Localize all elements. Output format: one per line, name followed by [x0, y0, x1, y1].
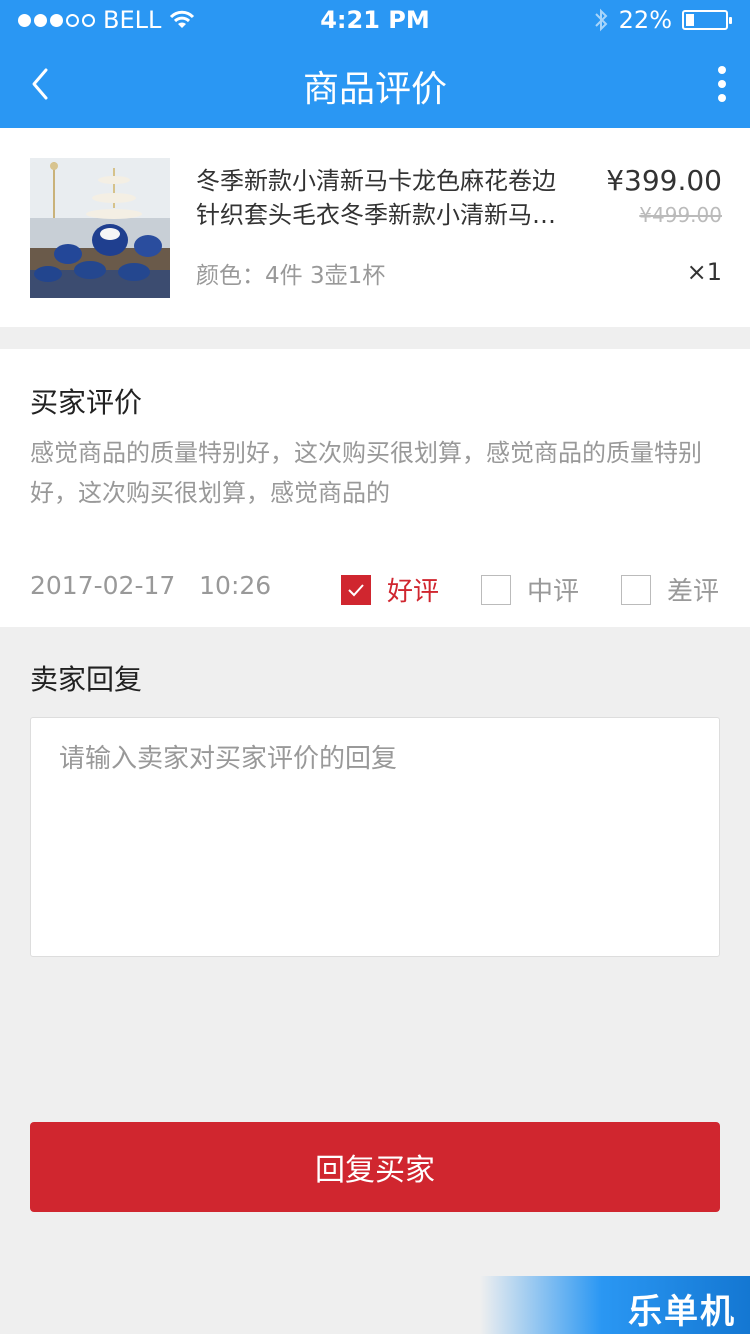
more-menu-button[interactable]	[710, 62, 734, 106]
product-price: ¥399.00	[606, 164, 722, 197]
seller-reply-input[interactable]	[30, 717, 720, 957]
bluetooth-icon	[594, 8, 608, 32]
product-quantity: ×1	[686, 258, 722, 286]
battery-icon	[682, 10, 732, 30]
page-title: 商品评价	[302, 69, 447, 110]
rating-option-neutral[interactable]: 中评	[481, 571, 579, 608]
rating-label: 差评	[667, 577, 720, 607]
review-time: 10:26	[199, 571, 272, 600]
nav-bar: 商品评价	[0, 40, 750, 128]
battery-percent: 22%	[618, 6, 672, 34]
watermark-logo: 乐单机	[480, 1276, 750, 1334]
more-dot-icon	[718, 66, 726, 74]
status-right: 22%	[593, 6, 732, 34]
rating-option-good[interactable]: 好评	[341, 571, 439, 608]
checkbox-icon	[481, 574, 511, 605]
product-original-price: ¥499.00	[639, 203, 722, 227]
review-datetime: 2017-02-17 10:26	[30, 571, 271, 600]
more-dot-icon	[718, 80, 726, 88]
product-title: 冬季新款小清新马卡龙色麻花卷边针织套头毛衣冬季新款小清新马卡龙色麻花卷边针织套头…	[196, 167, 556, 229]
buyer-review-section: 买家评价 感觉商品的质量特别好，这次购买很划算，感觉商品的质量特别好，这次购买很…	[0, 349, 750, 627]
product-card[interactable]: 冬季新款小清新马卡龙色麻花卷边针织套头毛衣冬季新款小清新马卡龙色麻花卷边针织套头…	[0, 128, 750, 327]
battery-level	[686, 14, 694, 26]
seller-reply-heading: 卖家回复	[30, 663, 143, 696]
review-date: 2017-02-17	[30, 571, 176, 600]
buyer-review-text: 感觉商品的质量特别好，这次购买很划算，感觉商品的质量特别好，这次购买很划算，感觉…	[30, 439, 702, 507]
checkbox-icon	[621, 574, 651, 605]
more-dot-icon	[718, 94, 726, 102]
rating-label: 好评	[387, 577, 440, 607]
rating-option-bad[interactable]: 差评	[621, 571, 719, 608]
product-thumbnail	[30, 158, 170, 298]
rating-label: 中评	[527, 577, 580, 607]
status-bar: BELL 4:21 PM 22%	[0, 0, 750, 40]
watermark-text: 乐单机	[628, 1292, 736, 1332]
checkbox-icon	[341, 574, 371, 605]
reply-buyer-button[interactable]: 回复买家	[30, 1122, 720, 1212]
product-spec: 颜色：4件 3壶1杯	[196, 263, 386, 289]
buyer-review-heading: 买家评价	[30, 386, 143, 419]
